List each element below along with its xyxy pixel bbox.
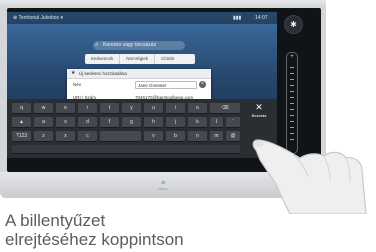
key-l[interactable]: l (210, 117, 223, 127)
key-t[interactable]: t (100, 103, 119, 113)
search-placeholder: Keresés vagy tárcsázás (103, 42, 157, 48)
backspace-key[interactable]: ⌫ (210, 103, 240, 113)
tab-recents[interactable]: Nemrégiek (120, 54, 156, 64)
clock: 14:07 (255, 15, 268, 21)
battery-icon: ▮▮▮ (233, 15, 242, 21)
name-row: Név Jane Granster × (73, 80, 206, 90)
dialog-title: Új kedvenc hozzáadása (79, 71, 127, 76)
keyboard-bottom-row (12, 145, 240, 153)
key-o[interactable]: o (188, 103, 207, 113)
key-h[interactable]: h (144, 117, 163, 127)
search-icon: ⌕ (95, 42, 99, 48)
key-z[interactable]: z (34, 131, 53, 141)
shift-key[interactable]: ▲ (12, 117, 31, 127)
key-q[interactable]: q (12, 103, 31, 113)
slider-tick (290, 97, 294, 98)
tab-bar: Kedvencek Nemrégiek Címtár (85, 54, 195, 64)
plus-icon: + (290, 54, 294, 60)
key-b[interactable]: b (166, 131, 185, 141)
name-field[interactable]: Jane Granster (135, 81, 197, 89)
key-e[interactable]: e (56, 103, 75, 113)
space-key[interactable] (100, 131, 141, 141)
key-apostrophe[interactable]: ' (226, 117, 240, 127)
caption: A billentyűzet elrejtéséhez koppintson (5, 211, 184, 249)
slider-tick (290, 103, 294, 104)
slider-tick (290, 85, 294, 86)
asterisk-icon[interactable]: ✱ (284, 15, 303, 34)
slider-tick (290, 79, 294, 80)
slider-tick (290, 91, 294, 92)
key-y[interactable]: y (122, 103, 141, 113)
pointing-hand-image (252, 139, 367, 214)
tab-favorites[interactable]: Kedvencek (85, 54, 121, 64)
caption-line-2: elrejtéséhez koppintson (5, 230, 184, 249)
key-i[interactable]: i (166, 103, 185, 113)
key-r[interactable]: r (78, 103, 97, 113)
device-top-edge (0, 0, 326, 8)
key-d[interactable]: d (78, 117, 97, 127)
dialog-header: ★ Új kedvenc hozzáadása (67, 69, 211, 79)
key-j[interactable]: j (166, 117, 185, 127)
screen: ⊕ Territorial Jukebox ▾ ▮▮▮ 14:07 ⌕ Kere… (7, 12, 277, 158)
key-s[interactable]: s (56, 117, 75, 127)
key-u[interactable]: u (144, 103, 163, 113)
key-k[interactable]: k (188, 117, 207, 127)
key-f[interactable]: f (100, 117, 119, 127)
key-m[interactable]: m (210, 131, 223, 141)
key-n[interactable]: n (188, 131, 207, 141)
key-g[interactable]: g (122, 117, 141, 127)
cisco-logo: ıılıı cisco (151, 181, 175, 192)
tab-directory[interactable]: Címtár (155, 54, 181, 64)
logo-text: cisco (158, 186, 168, 191)
numbers-key[interactable]: ?123 (12, 131, 31, 141)
status-bar: ⊕ Territorial Jukebox ▾ ▮▮▮ 14:07 (7, 12, 277, 24)
clear-icon[interactable]: × (199, 81, 206, 88)
at-key[interactable]: @ (226, 131, 240, 141)
key-c[interactable]: c (78, 131, 97, 141)
slider-tick (290, 67, 294, 68)
search-input[interactable]: ⌕ Keresés vagy tárcsázás (93, 41, 185, 50)
key-a[interactable]: a (34, 117, 53, 127)
key-v[interactable]: v (144, 131, 163, 141)
status-left-text[interactable]: ⊕ Territorial Jukebox ▾ (13, 12, 63, 24)
slider-tick (290, 73, 294, 74)
key-w[interactable]: w (34, 103, 53, 113)
on-screen-keyboard: q w e r t y u i o ⌫ ▲ a s d f g h j k l … (7, 99, 277, 158)
key-x[interactable]: x (56, 131, 75, 141)
caption-line-1: A billentyűzet (5, 211, 106, 230)
name-label: Név (73, 82, 82, 87)
star-icon: ★ (71, 70, 76, 76)
